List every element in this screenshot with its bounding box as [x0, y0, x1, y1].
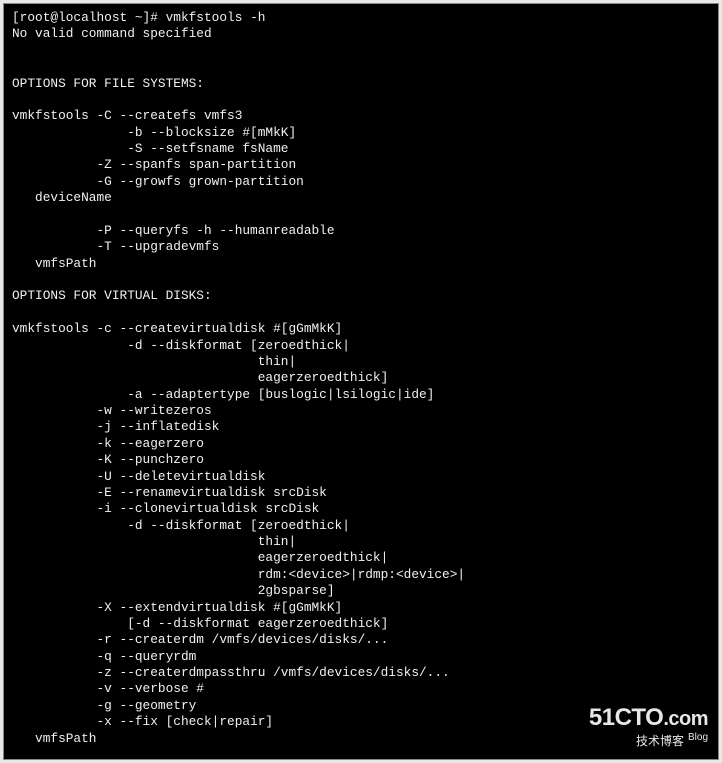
- watermark-blog-tag: Blog: [688, 732, 708, 743]
- shell-command: vmkfstools -h: [166, 10, 266, 25]
- watermark: 51CTO.com 技术博客 Blog: [589, 703, 708, 749]
- shell-prompt: [root@localhost ~]#: [12, 10, 166, 25]
- watermark-subtitle: 技术博客 Blog: [589, 732, 708, 749]
- terminal-window[interactable]: [root@localhost ~]# vmkfstools -h No val…: [3, 3, 719, 760]
- command-output: No valid command specified OPTIONS FOR F…: [12, 26, 465, 745]
- watermark-subtitle-text: 技术博客: [636, 734, 684, 748]
- watermark-brand-main: 51CTO: [589, 704, 663, 731]
- watermark-brand-suffix: .com: [663, 708, 708, 730]
- terminal-content: [root@localhost ~]# vmkfstools -h No val…: [12, 10, 710, 747]
- watermark-brand: 51CTO.com: [589, 703, 708, 734]
